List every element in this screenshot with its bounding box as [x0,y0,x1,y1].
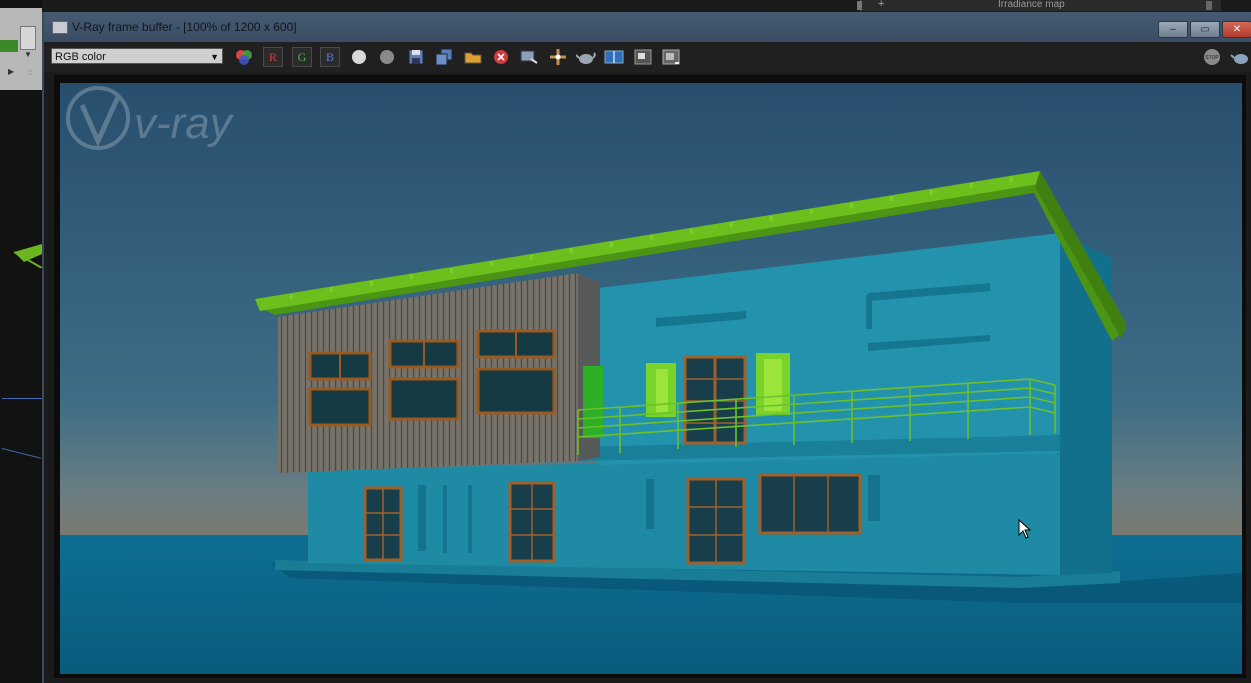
list-button[interactable] [20,26,36,50]
mouse-cursor-icon [1018,519,1032,539]
save-image-icon[interactable] [406,47,426,67]
maximize-button[interactable]: ▭ [1190,21,1220,38]
blue-channel-button[interactable]: B [320,47,340,67]
teapot-render-icon[interactable] [1230,47,1250,67]
compare-ab-icon[interactable] [604,47,624,67]
alpha-channel-icon[interactable] [352,50,366,64]
chevron-down-icon: ▼ [210,52,219,62]
viewport-line [2,398,42,399]
minimize-button[interactable]: – [1158,21,1188,38]
background-top-strip: + Irradiance map [0,0,1251,12]
grip-icon: ⁞⁞ [28,70,32,77]
save-all-icon[interactable] [434,47,454,67]
duplicate-to-max-icon[interactable] [519,47,539,67]
status-indicator [0,40,18,52]
panel-handle[interactable] [1206,1,1212,10]
load-image-icon[interactable] [463,47,483,67]
title-bar[interactable]: V-Ray frame buffer - [100% of 1200 x 600… [44,12,1251,42]
color-corrections-icon[interactable] [661,47,681,67]
green-channel-button[interactable]: G [292,47,312,67]
play-arrow-icon[interactable]: ▶ [8,67,14,76]
clear-image-icon[interactable] [491,47,511,67]
stop-render-icon[interactable]: STOP [1202,47,1222,67]
window-title: V-Ray frame buffer - [100% of 1200 x 600… [72,20,297,34]
svg-text:STOP: STOP [1205,55,1219,61]
region-render-icon[interactable] [633,47,653,67]
monochrome-icon[interactable] [380,50,394,64]
rendered-image[interactable]: v-ray [60,83,1242,674]
red-channel-button[interactable]: R [263,47,283,67]
irradiance-map-label: Irradiance map [998,0,1065,10]
channel-select[interactable]: RGB color ▼ [51,48,223,64]
viewport-line [1,448,41,459]
panel-handle[interactable] [857,1,862,10]
toolbar: RGB color ▼ R G B STOP [44,42,1251,72]
close-button[interactable]: ✕ [1222,21,1251,38]
channel-select-value: RGB color [55,51,106,63]
render-teapot-icon[interactable] [576,47,596,67]
viewport-object [14,244,42,268]
dropdown-arrow-icon[interactable]: ▼ [24,50,32,59]
expand-icon[interactable]: + [878,0,884,10]
track-mouse-icon[interactable] [548,47,568,67]
window-icon [52,21,68,34]
color-channels-icon[interactable] [234,47,254,67]
background-left-panel: ▼ ▶ ⁞⁞ [0,0,42,683]
watermark-text: v-ray [134,99,235,148]
